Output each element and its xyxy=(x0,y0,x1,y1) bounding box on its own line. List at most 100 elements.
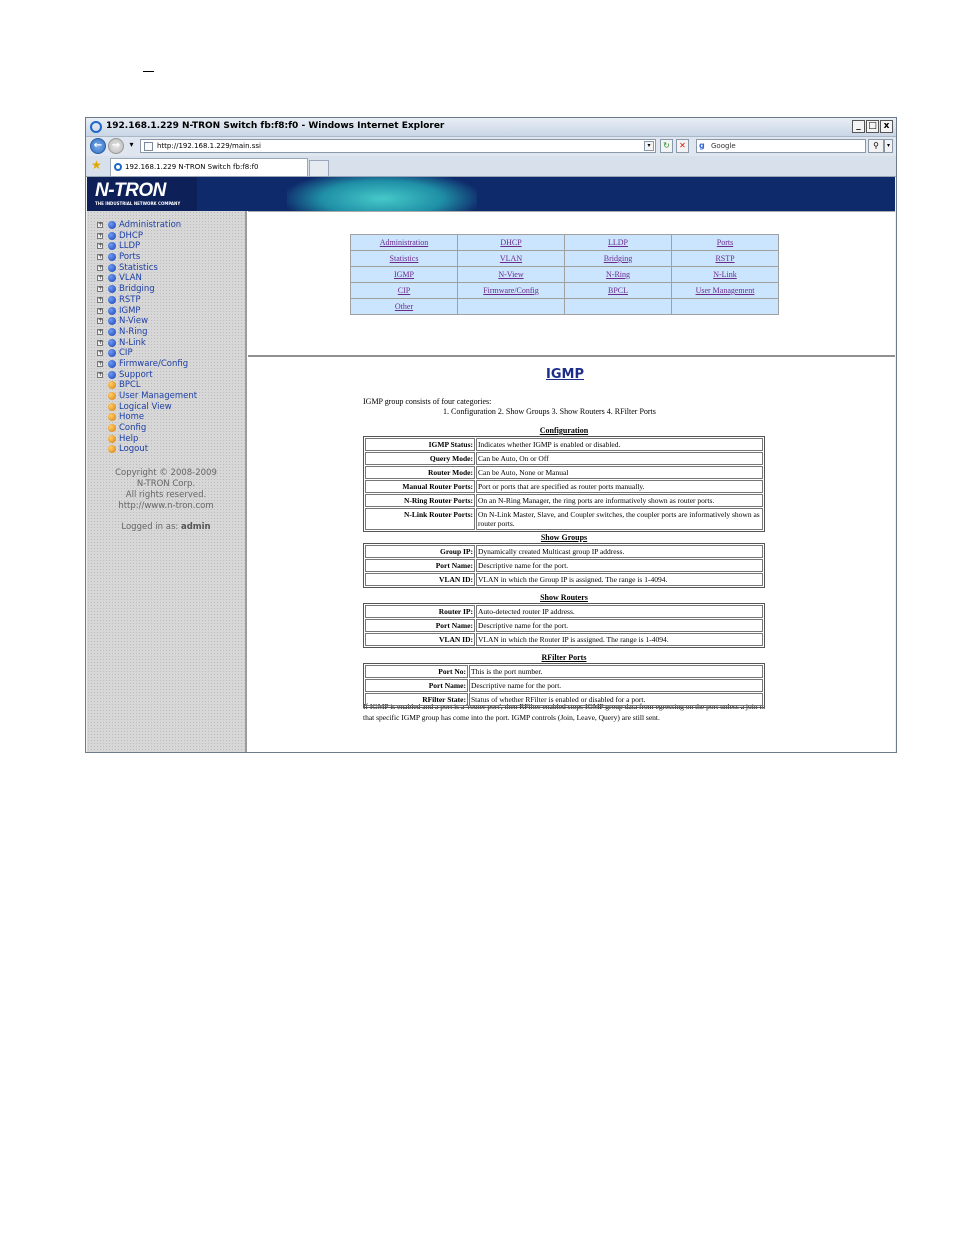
nav-link-statistics[interactable]: Statistics xyxy=(390,254,419,263)
nav-link-n-ring[interactable]: N-Ring xyxy=(606,270,630,279)
page-content: N-TRON THE INDUSTRIAL NETWORK COMPANY + A… xyxy=(87,177,895,752)
expand-icon[interactable]: + xyxy=(97,264,103,271)
nav-grid-cell: N-Link xyxy=(672,267,778,282)
header-banner: N-TRON THE INDUSTRIAL NETWORK COMPANY xyxy=(87,177,895,211)
page-icon xyxy=(144,142,153,151)
field-description-cell: Auto-detected router IP address. xyxy=(476,605,763,618)
blue-bullet-icon xyxy=(108,338,116,347)
section-heading: Show Routers xyxy=(540,593,588,602)
field-name-cell: Manual Router Ports: xyxy=(365,480,475,493)
search-input[interactable]: g Google xyxy=(696,139,866,153)
intro-text: IGMP group consists of four categories: … xyxy=(363,397,656,417)
nav-link-vlan[interactable]: VLAN xyxy=(500,254,522,263)
history-dropdown-icon[interactable]: ▾ xyxy=(125,139,138,153)
search-options-icon[interactable]: ▾ xyxy=(884,139,893,153)
nav-grid-row: IGMP N-View N-Ring N-Link xyxy=(351,267,778,282)
search-icon[interactable]: ⚲ xyxy=(868,139,884,153)
nav-link-dhcp[interactable]: DHCP xyxy=(500,238,521,247)
sidebar-item-label: N-View xyxy=(119,316,149,327)
nav-link-n-view[interactable]: N-View xyxy=(498,270,523,279)
section-heading: RFilter Ports xyxy=(541,653,587,662)
field-name-cell: Port Name: xyxy=(365,679,468,692)
sidebar-item-label: LLDP xyxy=(119,241,141,252)
nav-link-cip[interactable]: CIP xyxy=(398,286,410,295)
field-description-cell: VLAN in which the Router IP is assigned.… xyxy=(476,633,763,646)
sidebar-item-label: N-Ring xyxy=(119,326,148,337)
new-tab-button[interactable] xyxy=(309,160,329,176)
expand-icon[interactable]: + xyxy=(97,371,103,378)
orange-bullet-icon xyxy=(108,434,116,443)
sidebar-item-label: Ports xyxy=(119,252,141,263)
sidebar-item-label: Administration xyxy=(119,220,182,230)
tab-active[interactable]: 192.168.1.229 N-TRON Switch fb:f8:f0 xyxy=(110,158,308,176)
nav-grid-cell: Bridging xyxy=(565,251,671,266)
nav-link-bpcl[interactable]: BPCL xyxy=(608,286,628,295)
back-button[interactable]: ← xyxy=(90,138,106,154)
section-table: Group IP: Dynamically created Multicast g… xyxy=(363,543,765,588)
expand-icon[interactable]: + xyxy=(97,222,103,228)
nav-link-ports[interactable]: Ports xyxy=(717,238,733,247)
nav-grid-cell: Administration xyxy=(351,235,457,250)
minimize-button[interactable]: _ xyxy=(852,120,865,133)
orange-bullet-icon xyxy=(108,445,116,454)
sidebar: + Administration + DHCP + LLDP + Ports + Statisti… xyxy=(87,211,247,752)
address-input[interactable]: http://192.168.1.229/main.ssi xyxy=(140,139,656,153)
nav-link-igmp[interactable]: IGMP xyxy=(394,270,414,279)
forward-button[interactable]: → xyxy=(108,138,124,154)
expand-icon[interactable]: + xyxy=(97,339,103,346)
nav-link-rstp[interactable]: RSTP xyxy=(715,254,734,263)
nav-grid-cell xyxy=(672,299,778,314)
close-button[interactable]: x xyxy=(880,120,893,133)
sidebar-item-label: RSTP xyxy=(119,294,141,305)
table-row: N-Link Router Ports: On N-Link Master, Sl… xyxy=(365,508,763,530)
nav-grid-cell: BPCL xyxy=(565,283,671,298)
field-name-cell: Port Name: xyxy=(365,619,475,632)
section-table: IGMP Status: Indicates whether IGMP is en… xyxy=(363,436,765,532)
rights-text: All rights reserved. xyxy=(125,490,207,500)
nav-link-bridging[interactable]: Bridging xyxy=(604,254,632,263)
expand-icon[interactable]: + xyxy=(97,243,103,250)
page-dash-mark xyxy=(143,71,154,72)
expand-icon[interactable]: + xyxy=(97,307,103,314)
address-dropdown-icon[interactable]: ▾ xyxy=(644,141,654,151)
orange-bullet-icon xyxy=(108,424,116,433)
expand-icon[interactable]: + xyxy=(97,328,103,335)
nav-link-user-management[interactable]: User Management xyxy=(696,286,755,295)
field-name-cell: Group IP: xyxy=(365,545,475,558)
refresh-icon[interactable]: ↻ xyxy=(660,139,673,153)
expand-icon[interactable]: + xyxy=(97,254,103,261)
nav-grid-cell: CIP xyxy=(351,283,457,298)
expand-icon[interactable]: + xyxy=(97,275,103,282)
field-description-cell: Indicates whether IGMP is enabled or dis… xyxy=(476,438,763,451)
blue-bullet-icon xyxy=(108,306,116,315)
nav-link-n-link[interactable]: N-Link xyxy=(713,270,737,279)
favorites-star-icon[interactable]: ★ xyxy=(91,159,102,171)
field-description-cell: Status of whether RFilter is enabled or … xyxy=(469,693,763,706)
expand-icon[interactable]: + xyxy=(97,232,103,239)
maximize-button[interactable]: □ xyxy=(866,120,879,133)
sidebar-item-label: BPCL xyxy=(119,380,141,391)
nav-link-lldp[interactable]: LLDP xyxy=(608,238,628,247)
field-description-cell: Can be Auto, None or Manual xyxy=(476,466,763,479)
expand-icon[interactable]: + xyxy=(97,360,103,367)
table-row: IGMP Status: Indicates whether IGMP is en… xyxy=(365,438,763,451)
tab-ie-icon xyxy=(114,163,122,171)
expand-icon[interactable]: + xyxy=(97,318,103,325)
expand-icon[interactable]: + xyxy=(97,350,103,357)
nav-link-firmware-config[interactable]: Firmware/Config xyxy=(483,286,539,295)
expand-icon[interactable]: + xyxy=(97,296,103,303)
expand-icon[interactable]: + xyxy=(97,286,103,293)
nav-grid-row: CIP Firmware/Config BPCL User Management xyxy=(351,283,778,298)
nav-grid-row: Statistics VLAN Bridging RSTP xyxy=(351,251,778,266)
stop-icon[interactable]: ✕ xyxy=(676,139,689,153)
sidebar-item-label: Statistics xyxy=(119,262,158,273)
tab-bar: ★ 192.168.1.229 N-TRON Switch fb:f8:f0 xyxy=(86,156,896,177)
sidebar-item-label: Home xyxy=(119,412,145,423)
table-row: Port No: This is the port number. xyxy=(365,665,763,678)
nav-link-other[interactable]: Other xyxy=(395,302,413,311)
section-table: Router IP: Auto-detected router IP addres… xyxy=(363,603,765,648)
field-description-cell: Dynamically created Multicast group IP a… xyxy=(476,545,763,558)
nav-link-administration[interactable]: Administration xyxy=(380,238,428,247)
sidebar-item-label: Logout xyxy=(119,444,149,455)
company-text: N-TRON Corp. xyxy=(136,479,196,489)
